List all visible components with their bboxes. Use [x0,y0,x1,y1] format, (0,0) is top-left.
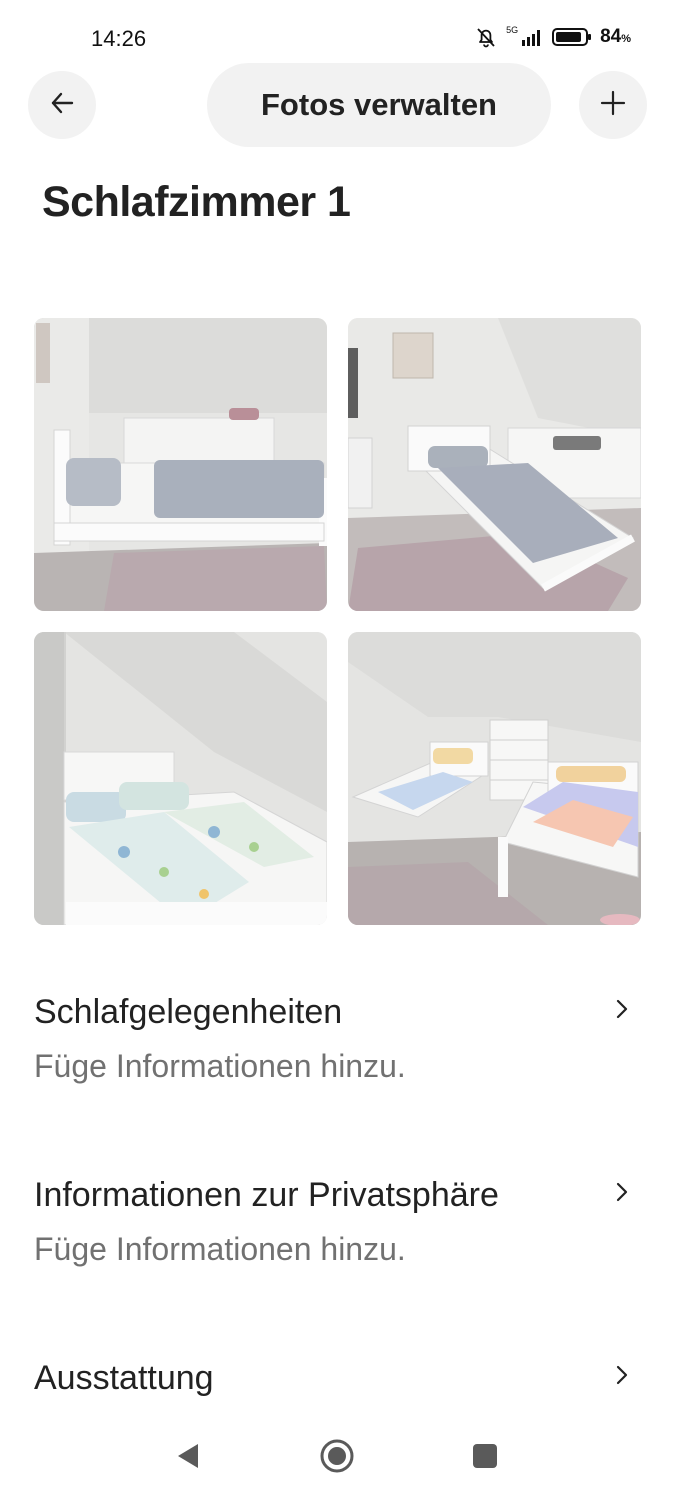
row-title: Informationen zur Privatsphäre [34,1176,499,1214]
add-photo-button[interactable] [579,71,647,139]
chevron-right-icon [615,998,629,1025]
amenities-row[interactable]: Ausstattung [34,1358,639,1418]
page-title: Schlafzimmer 1 [42,178,351,226]
row-title: Ausstattung [34,1359,214,1397]
triangle-back-icon [174,1441,202,1476]
bell-muted-icon [474,25,498,49]
arrow-left-icon [48,89,76,122]
sleeping-arrangements-row[interactable]: Schlafgelegenheiten Füge Informationen h… [34,992,639,1086]
nav-home-button[interactable] [319,1438,355,1479]
status-bar: 14:26 5G 84% [0,0,675,70]
battery-percentage: 84% [600,26,631,47]
manage-photos-title[interactable]: Fotos verwalten [207,63,551,147]
network-type-label: 5G [506,24,519,35]
chevron-right-icon [615,1364,629,1391]
signal-icon [522,28,544,46]
privacy-info-row[interactable]: Informationen zur Privatsphäre Füge Info… [34,1175,639,1269]
row-title: Schlafgelegenheiten [34,993,343,1031]
nav-recents-button[interactable] [467,1440,503,1476]
bedroom-photo-1[interactable] [34,318,327,611]
battery-icon [552,27,592,47]
status-icons: 5G 84% [474,22,631,52]
nav-back-button[interactable] [170,1440,206,1476]
row-subtitle: Füge Informationen hinzu. [34,1048,406,1084]
status-time: 14:26 [91,26,147,51]
bedroom-photo-2[interactable] [348,318,641,611]
plus-icon [599,89,627,122]
square-recents-icon [470,1441,500,1476]
chevron-right-icon [615,1181,629,1208]
circle-home-icon [319,1438,355,1479]
header-title: Fotos verwalten [261,87,497,122]
back-button[interactable] [28,71,96,139]
bedroom-photo-3[interactable] [34,632,327,925]
screen: 14:26 5G 84% Fotos verwalten Schlafzimme… [0,0,675,1500]
row-subtitle: Füge Informationen hinzu. [34,1231,406,1267]
bedroom-photo-4[interactable] [348,632,641,925]
